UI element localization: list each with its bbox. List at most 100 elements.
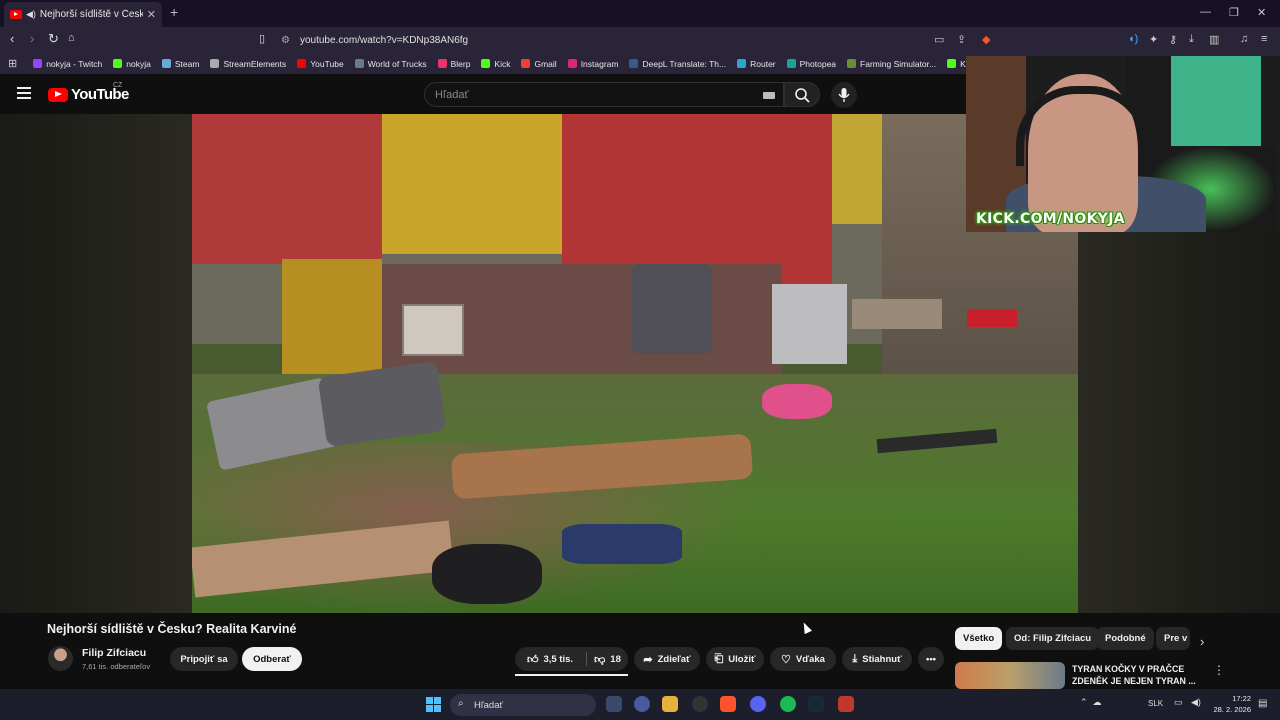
notifications-icon[interactable]: ▤ [1258,698,1267,709]
apps-grid-icon[interactable]: ⊞ [8,57,17,70]
menu-icon[interactable]: ≡ [1261,33,1267,45]
search-input[interactable]: Hľadať [424,82,784,107]
clock-time: 17:22 [1232,694,1251,703]
keyboard-icon[interactable] [763,92,775,99]
bookmark-item[interactable]: Instagram [567,59,618,69]
downloads-icon[interactable]: ⤓ [1189,33,1194,46]
close-tab-icon[interactable]: ✕ [147,8,156,21]
language-indicator[interactable]: SLK [1148,699,1163,708]
share-page-icon[interactable]: ⇪ [957,33,966,46]
chevron-right-icon[interactable]: › [1200,634,1204,649]
task-view-icon[interactable] [606,696,622,712]
bookmark-item[interactable]: nokyja [113,59,151,69]
browser-tab[interactable]: ◀) Nejhorší sídliště v Česku? Re... ✕ [4,2,162,27]
download-button[interactable]: ⤓ Stiahnuť [842,647,912,671]
obs-icon[interactable] [692,696,708,712]
close-window-icon[interactable]: ✕ [1257,6,1266,19]
bookmark-item[interactable]: Steam [161,59,199,69]
recommendation-menu-icon[interactable]: ⋮ [1213,663,1225,677]
reload-icon[interactable]: ↻ [48,31,59,47]
new-tab-icon[interactable]: + [170,4,178,20]
bookmark-item[interactable]: Router [737,59,776,69]
channel-name[interactable]: Filip Zifciacu [82,647,146,659]
back-icon[interactable]: ‹ [10,31,14,46]
scene-vent [402,304,464,356]
download-icon: ⤓ [852,652,858,665]
bookmark-item[interactable]: DeepL Translate: Th... [629,59,726,69]
channel-avatar[interactable] [48,646,73,671]
search-icon: ⌕ [458,698,464,709]
home-icon[interactable]: ⌂ [68,32,75,44]
hamburger-menu-icon[interactable] [17,87,31,99]
share-button[interactable]: ➦ Zdieľať [634,647,700,671]
extensions-icon[interactable]: ✦ [1149,33,1158,46]
video-frame[interactable] [192,114,1078,613]
scene-pink-bag [762,384,832,419]
cast-icon[interactable]: ▭ [934,33,944,46]
chip-from-channel[interactable]: Od: Filip Zifciacu [1006,627,1100,650]
brave-shield-icon[interactable]: ◆ [982,33,990,46]
steam-icon[interactable] [808,696,824,712]
scene-clothes [562,524,682,564]
more-actions-button[interactable]: ••• [918,647,944,671]
bookmark-item[interactable]: StreamElements [210,59,286,69]
thanks-button[interactable]: ♡ Vďaka [770,647,836,671]
site-settings-icon[interactable]: ⚙ [281,35,290,46]
search-button[interactable] [784,82,820,107]
voice-search-button[interactable] [831,82,857,108]
scene-bench [852,299,942,329]
chip-for-you[interactable]: Pre v [1156,627,1190,650]
bookmark-item[interactable]: Farming Simulator... [847,59,936,69]
passwords-icon[interactable]: ⚷ [1169,33,1177,46]
minimize-icon[interactable]: — [1200,6,1211,18]
bookmark-item[interactable]: Photopea [786,59,836,69]
bookmark-item[interactable]: Blerp [437,59,470,69]
spotify-icon[interactable] [780,696,796,712]
share-icon: ➦ [643,653,653,666]
browser-tab-strip: ◀) Nejhorší sídliště v Česku? Re... ✕ + … [0,0,1280,27]
maximize-icon[interactable]: ❐ [1229,6,1239,19]
bookmark-item[interactable]: Gmail [521,59,557,69]
bookmark-icon[interactable]: ▯ [259,32,265,45]
recommendation-thumbnail[interactable] [955,662,1065,689]
url-text: youtube.com/watch?v=KDNp38AN6fg [299,34,469,46]
chip-all[interactable]: Všetko [955,627,1003,650]
join-button[interactable]: Pripojiť sa [170,647,238,671]
more-icon: ••• [926,653,936,665]
bookmark-item[interactable]: World of Trucks [354,59,427,69]
audio-icon[interactable]: ◖) [1128,33,1138,45]
youtube-logo[interactable]: YouTube CZ [48,82,129,103]
trash-icon[interactable]: ▥ [1209,33,1219,46]
recommendation-title[interactable]: TYRAN KOČKY V PRAČCE ZDENĚK JE NEJEN TYR… [1072,663,1197,687]
region-code: CZ [113,82,123,89]
bookmark-item[interactable]: YouTube [297,59,344,69]
file-explorer-icon[interactable] [662,696,678,712]
bookmark-item[interactable]: nokyja - Twitch [33,59,102,69]
dislike-button[interactable]: 👎︎ 18 [587,647,628,671]
url-bar[interactable]: ⚙ youtube.com/watch?v=KDNp38AN6fg [281,30,1001,50]
taskbar-search-input[interactable]: ⌕ Hľadať [450,694,596,716]
save-button[interactable]: ⎗ Uložiť [706,647,764,671]
forward-icon[interactable]: › [30,31,34,46]
speaker-icon[interactable]: ◀) [26,9,36,20]
subscribe-button[interactable]: Odberať [242,647,302,671]
youtube-play-icon [48,87,68,102]
network-icon[interactable]: ▭ [1174,697,1183,708]
scene-yellow-wall [282,259,382,389]
discord-icon[interactable] [750,696,766,712]
chip-similar[interactable]: Podobné [1097,627,1154,650]
search-icon [795,88,810,103]
like-button[interactable]: 👍︎ 3,5 tis. [515,647,585,671]
app-icon[interactable] [634,696,650,712]
system-tray-icons[interactable]: ⌃ ☁ [1080,697,1107,708]
volume-icon[interactable]: ◀) [1191,697,1201,708]
bookmark-item[interactable]: Kick [481,59,510,69]
voicemeeter-icon[interactable] [838,696,854,712]
kick-icon [947,59,957,68]
brave-browser-icon[interactable] [720,696,736,712]
download-label: Stiahnuť [862,653,902,665]
clock[interactable]: 17:22 28. 2. 2026 [1211,693,1251,715]
windows-start-icon[interactable] [426,697,441,712]
music-icon[interactable]: ♫ [1240,33,1248,45]
twitch-icon [33,59,43,68]
